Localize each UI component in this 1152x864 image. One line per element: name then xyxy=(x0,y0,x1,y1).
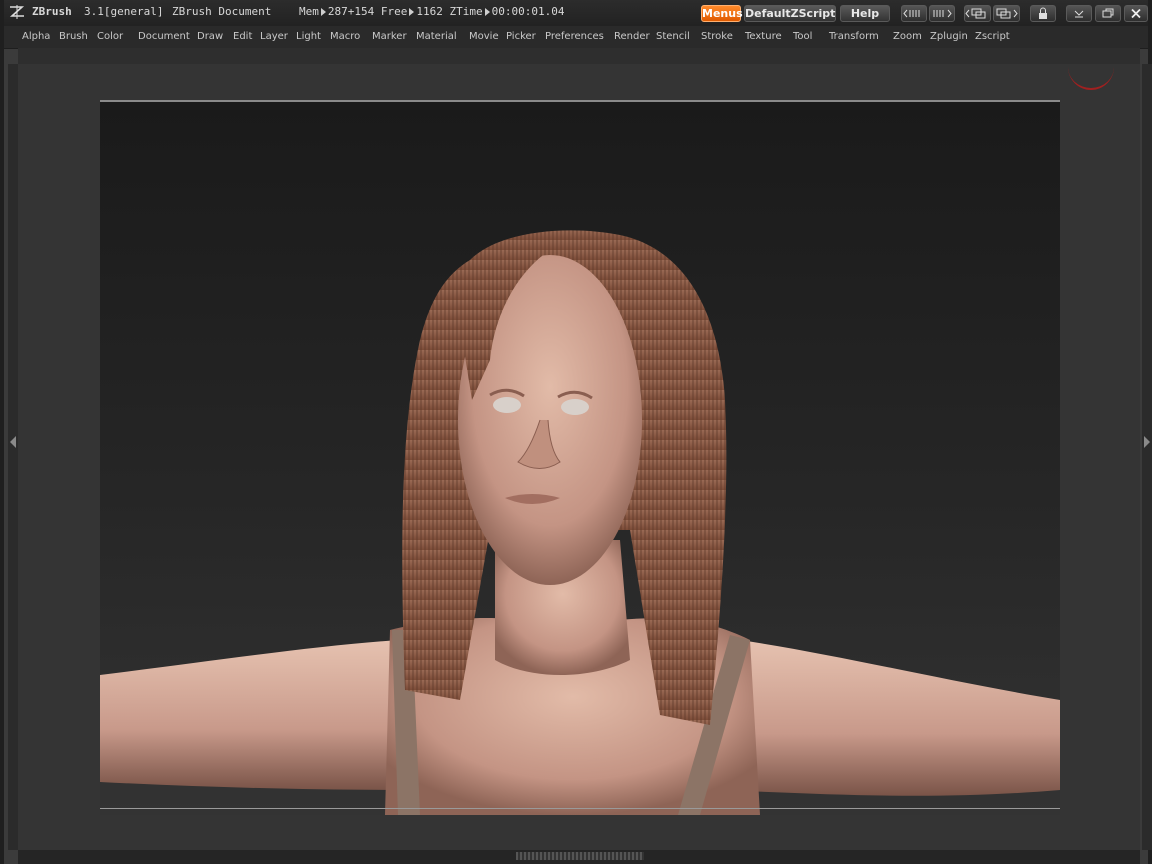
top-shelf xyxy=(18,48,1140,65)
zbrush-logo-icon xyxy=(9,5,25,19)
document-name: ZBrush Document xyxy=(172,5,272,18)
expand-left-icon[interactable] xyxy=(10,436,16,448)
bottom-tray xyxy=(18,850,1140,864)
expand-right-icon[interactable] xyxy=(1144,436,1150,448)
menu-color[interactable]: Color xyxy=(97,31,123,42)
title-bar: ZBrush 3.1[general] ZBrush Document Mem 2… xyxy=(4,0,1148,26)
arrow-icon xyxy=(484,8,490,16)
menu-preferences[interactable]: Preferences xyxy=(545,31,604,42)
restore-icon[interactable] xyxy=(1095,5,1121,22)
free-value: 1162 xyxy=(416,5,443,18)
minimize-icon[interactable] xyxy=(1066,5,1092,22)
menu-layer[interactable]: Layer xyxy=(260,31,288,42)
menu-draw[interactable]: Draw xyxy=(197,31,223,42)
sculpt-model xyxy=(100,230,1060,815)
menu-zplugin[interactable]: Zplugin xyxy=(930,31,968,42)
menu-zscript[interactable]: Zscript xyxy=(975,31,1010,42)
mem-label: Mem xyxy=(299,5,319,18)
ztime-value: 00:00:01.04 xyxy=(491,5,565,18)
menu-picker[interactable]: Picker xyxy=(506,31,536,42)
app-version: 3.1[general] xyxy=(84,5,164,18)
layout-left-icon[interactable] xyxy=(964,5,991,22)
menu-alpha[interactable]: Alpha xyxy=(22,31,50,42)
mem-value: 287+154 xyxy=(327,5,375,18)
memory-readout: Mem 287+154 Free 1162 ZTime 00:00:01.04 xyxy=(299,5,564,18)
menus-button[interactable]: Menus xyxy=(701,5,743,22)
menu-edit[interactable]: Edit xyxy=(233,31,252,42)
canvas-bottom-edge xyxy=(100,808,1060,809)
menu-bar: Alpha Brush Color Document Draw Edit Lay… xyxy=(4,26,1148,49)
menu-zoom[interactable]: Zoom xyxy=(893,31,922,42)
scroll-right-icon[interactable] xyxy=(929,5,955,22)
free-label: Free xyxy=(380,5,408,18)
right-tray-handle[interactable] xyxy=(1142,64,1152,850)
menu-brush[interactable]: Brush xyxy=(59,31,88,42)
layout-right-icon[interactable] xyxy=(993,5,1020,22)
menu-render[interactable]: Render xyxy=(614,31,650,42)
default-zscript-button[interactable]: DefaultZScript xyxy=(744,5,836,22)
menu-texture[interactable]: Texture xyxy=(745,31,782,42)
document-canvas[interactable] xyxy=(100,100,1060,815)
arrow-icon xyxy=(409,8,415,16)
menu-light[interactable]: Light xyxy=(296,31,321,42)
scroll-left-icon[interactable] xyxy=(901,5,927,22)
arrow-icon xyxy=(320,8,326,16)
menu-material[interactable]: Material xyxy=(416,31,457,42)
menu-marker[interactable]: Marker xyxy=(372,31,407,42)
close-icon[interactable] xyxy=(1124,5,1148,22)
menu-tool[interactable]: Tool xyxy=(793,31,812,42)
app-name: ZBrush xyxy=(32,5,72,18)
menu-stencil[interactable]: Stencil xyxy=(656,31,690,42)
menu-transform[interactable]: Transform xyxy=(829,31,879,42)
menu-movie[interactable]: Movie xyxy=(469,31,499,42)
menu-macro[interactable]: Macro xyxy=(330,31,360,42)
menu-document[interactable]: Document xyxy=(138,31,190,42)
menu-stroke[interactable]: Stroke xyxy=(701,31,733,42)
zbrush-window: ZBrush 3.1[general] ZBrush Document Mem 2… xyxy=(0,0,1152,864)
ztime-label: ZTime xyxy=(449,5,483,18)
bottom-tray-handle[interactable] xyxy=(516,852,644,860)
left-tray-handle[interactable] xyxy=(8,64,18,850)
lock-icon[interactable] xyxy=(1030,5,1056,22)
help-button[interactable]: Help xyxy=(840,5,890,22)
